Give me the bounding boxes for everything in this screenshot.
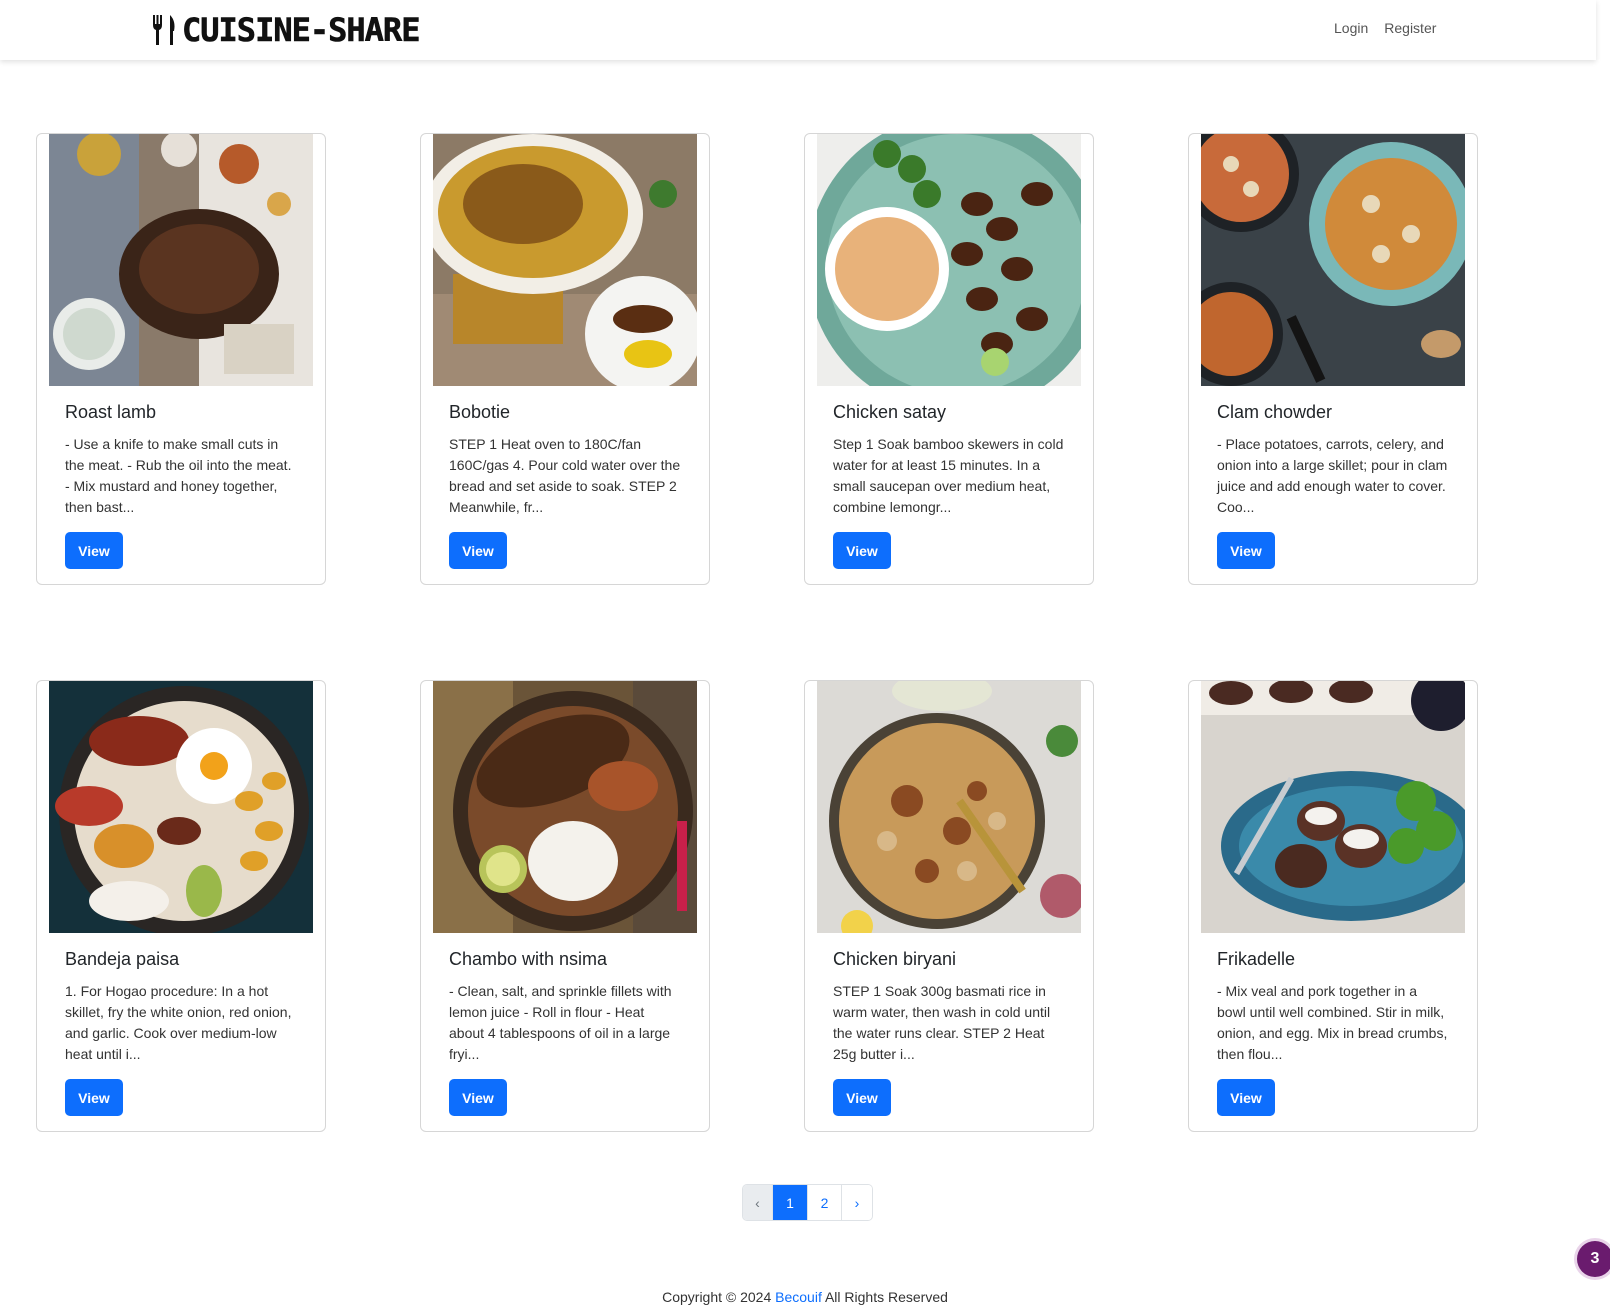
copyright-text: Copyright © 2024 <box>662 1289 772 1305</box>
view-button[interactable]: View <box>65 1079 123 1116</box>
view-button[interactable]: View <box>449 532 507 569</box>
recipe-card: Clam chowder - Place potatoes, carrots, … <box>1188 133 1478 585</box>
navbar: CUISINE-SHARE Login Register <box>0 0 1596 60</box>
recipe-excerpt: Step 1 Soak bamboo skewers in cold water… <box>833 436 1064 515</box>
recipe-image-clam-chowder <box>1201 134 1465 386</box>
view-button[interactable]: View <box>1217 1079 1275 1116</box>
recipe-card: Frikadelle - Mix veal and pork together … <box>1188 680 1478 1132</box>
page-2-button[interactable]: 2 <box>808 1185 842 1220</box>
brand-name: CUISINE-SHARE <box>182 11 421 50</box>
recipe-excerpt: STEP 1 Heat oven to 180C/fan 160C/gas 4.… <box>449 436 681 515</box>
recipe-image-chambo-with-nsima <box>433 681 697 933</box>
view-button[interactable]: View <box>65 532 123 569</box>
recipe-title: Frikadelle <box>1217 949 1296 969</box>
recipe-card: Chicken satay Step 1 Soak bamboo skewers… <box>804 133 1094 585</box>
recipe-image-roast-lamb <box>49 134 313 386</box>
becouif-link[interactable]: Becouif <box>775 1289 822 1305</box>
pagination: ‹ 1 2 › <box>742 1184 873 1221</box>
recipe-excerpt: - Use a knife to make small cuts in the … <box>65 436 292 515</box>
recipe-card: Bobotie STEP 1 Heat oven to 180C/fan 160… <box>420 133 710 585</box>
view-button[interactable]: View <box>833 1079 891 1116</box>
recipe-card: Roast lamb - Use a knife to make small c… <box>36 133 326 585</box>
recipe-excerpt: 1. For Hogao procedure: In a hot skillet… <box>65 983 292 1062</box>
recipe-image-bandeja-paisa <box>49 681 313 933</box>
notification-badge[interactable]: 3 <box>1577 1241 1610 1277</box>
fork-knife-icon <box>153 15 175 45</box>
page-1-button[interactable]: 1 <box>773 1185 808 1220</box>
previous-page-button[interactable]: ‹ <box>743 1185 773 1220</box>
recipe-title: Chicken satay <box>833 402 947 422</box>
recipe-title: Bandeja paisa <box>65 949 180 969</box>
recipe-excerpt: - Mix veal and pork together in a bowl u… <box>1217 983 1448 1062</box>
next-page-button[interactable]: › <box>842 1185 872 1220</box>
recipe-image-chicken-satay <box>817 134 1081 386</box>
recipe-title: Chicken biryani <box>833 949 957 969</box>
recipe-image-chicken-biryani <box>817 681 1081 933</box>
footer: Copyright © 2024 Becouif All Rights Rese… <box>0 1289 1610 1305</box>
recipe-title: Chambo with nsima <box>449 949 608 969</box>
recipe-title: Clam chowder <box>1217 402 1333 422</box>
recipe-card: Bandeja paisa 1. For Hogao procedure: In… <box>36 680 326 1132</box>
recipe-excerpt: - Clean, salt, and sprinkle fillets with… <box>449 983 672 1062</box>
recipe-image-bobotie <box>433 134 697 386</box>
brand-logo[interactable]: CUISINE-SHARE <box>150 8 421 52</box>
recipe-excerpt: - Place potatoes, carrots, celery, and o… <box>1217 436 1448 515</box>
recipe-title: Roast lamb <box>65 402 157 422</box>
nav-links: Login Register <box>1334 20 1436 36</box>
recipe-excerpt: STEP 1 Soak 300g basmati rice in warm wa… <box>833 983 1051 1062</box>
view-button[interactable]: View <box>449 1079 507 1116</box>
recipe-image-frikadelle <box>1201 681 1465 933</box>
recipe-card: Chambo with nsima - Clean, salt, and spr… <box>420 680 710 1132</box>
rights-text: All Rights Reserved <box>824 1289 948 1305</box>
recipe-title: Bobotie <box>449 402 511 422</box>
register-link[interactable]: Register <box>1384 20 1436 36</box>
recipe-card: Chicken biryani STEP 1 Soak 300g basmati… <box>804 680 1094 1132</box>
login-link[interactable]: Login <box>1334 20 1368 36</box>
view-button[interactable]: View <box>833 532 891 569</box>
view-button[interactable]: View <box>1217 532 1275 569</box>
